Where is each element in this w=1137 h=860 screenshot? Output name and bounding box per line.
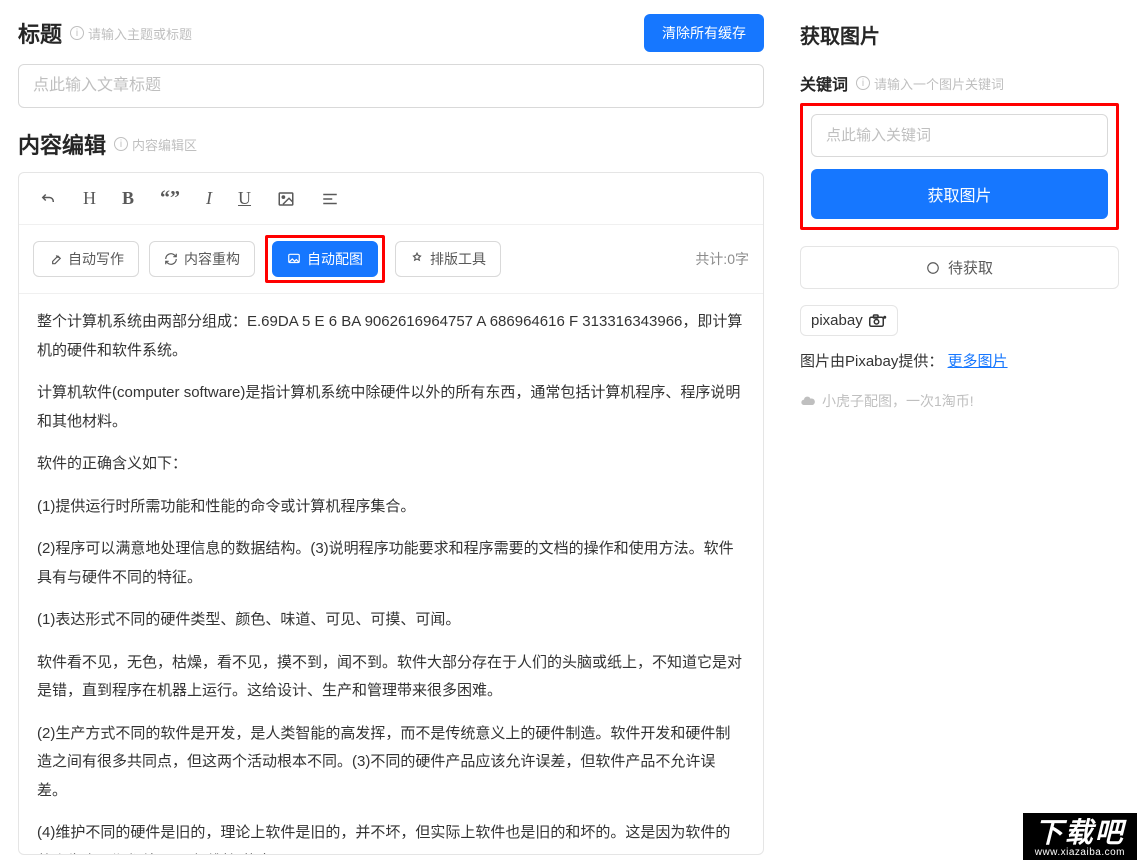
quote-icon[interactable]: “” bbox=[154, 183, 186, 214]
format-toolbar: H B “” I U bbox=[19, 173, 763, 225]
watermark-text: 下载吧 bbox=[1035, 819, 1125, 847]
paragraph: (1)提供运行时所需功能和性能的命令或计算机程序集合。 bbox=[37, 493, 745, 522]
paragraph: 计算机软件(computer software)是指计算机系统中除硬件以外的所有… bbox=[37, 379, 745, 436]
layout-tool-button[interactable]: 排版工具 bbox=[395, 241, 501, 277]
heading-icon[interactable]: H bbox=[77, 184, 102, 213]
main-panel: 标题 i 请输入主题或标题 清除所有缓存 内容编辑 i 内容编辑区 bbox=[0, 0, 782, 860]
watermark: 下载吧 www.xiazaiba.com bbox=[1023, 813, 1137, 860]
auto-image-button[interactable]: 自动配图 bbox=[272, 241, 378, 277]
title-hint: i 请输入主题或标题 bbox=[70, 24, 192, 43]
article-title-input[interactable] bbox=[18, 64, 764, 108]
paragraph: 软件看不见，无色，枯燥，看不见，摸不到，闻不到。软件大部分存在于人们的头脑或纸上… bbox=[37, 649, 745, 706]
paragraph: 整个计算机系统由两部分组成：E.69DA 5 E 6 BA 9062616964… bbox=[37, 308, 745, 365]
keyword-label-group: 关键词 i 请输入一个图片关键词 bbox=[800, 71, 1119, 95]
title-label-group: 标题 i 请输入主题或标题 bbox=[18, 17, 192, 49]
image-sidebar: 获取图片 关键词 i 请输入一个图片关键词 获取图片 待获取 pixabay 图… bbox=[782, 0, 1137, 860]
content-section-header: 内容编辑 i 内容编辑区 bbox=[18, 128, 764, 160]
paragraph: 软件的正确含义如下： bbox=[37, 450, 745, 479]
footer-note: 小虎子配图，一次1淘币! bbox=[800, 391, 1119, 411]
pending-status: 待获取 bbox=[800, 246, 1119, 289]
sidebar-title: 获取图片 bbox=[800, 20, 1119, 49]
camera-icon bbox=[869, 314, 887, 328]
paragraph: (1)表达形式不同的硬件类型、颜色、味道、可见、可摸、可闻。 bbox=[37, 606, 745, 635]
cloud-icon bbox=[800, 393, 816, 409]
undo-icon[interactable] bbox=[33, 186, 63, 212]
provider-line: 图片由Pixabay提供： 更多图片 bbox=[800, 350, 1119, 371]
italic-icon[interactable]: I bbox=[200, 184, 218, 213]
clear-cache-button[interactable]: 清除所有缓存 bbox=[644, 14, 764, 52]
info-icon: i bbox=[114, 137, 128, 151]
title-label: 标题 bbox=[18, 17, 62, 49]
content-hint: i 内容编辑区 bbox=[114, 135, 197, 154]
info-icon: i bbox=[856, 76, 870, 90]
keyword-highlight-box: 获取图片 bbox=[800, 103, 1119, 230]
editor-box: H B “” I U 自动写作 内容重构 bbox=[18, 172, 764, 855]
auto-write-button[interactable]: 自动写作 bbox=[33, 241, 139, 277]
content-label-group: 内容编辑 i 内容编辑区 bbox=[18, 128, 197, 160]
keyword-label: 关键词 bbox=[800, 71, 848, 95]
paragraph: (2)生产方式不同的软件是开发，是人类智能的高发挥，而不是传统意义上的硬件制造。… bbox=[37, 720, 745, 806]
fetch-image-button[interactable]: 获取图片 bbox=[811, 169, 1108, 219]
keyword-input[interactable] bbox=[811, 114, 1108, 157]
content-editor[interactable]: 整个计算机系统由两部分组成：E.69DA 5 E 6 BA 9062616964… bbox=[19, 294, 763, 854]
action-toolbar: 自动写作 内容重构 自动配图 排版工具 bbox=[19, 225, 763, 294]
bold-icon[interactable]: B bbox=[116, 184, 140, 213]
keyword-hint: i 请输入一个图片关键词 bbox=[856, 74, 1004, 93]
content-label: 内容编辑 bbox=[18, 128, 106, 160]
more-images-link[interactable]: 更多图片 bbox=[948, 353, 1008, 370]
pixabay-badge: pixabay bbox=[800, 305, 898, 336]
action-buttons: 自动写作 内容重构 自动配图 排版工具 bbox=[33, 235, 501, 283]
align-left-icon[interactable] bbox=[315, 186, 345, 212]
paragraph: (2)程序可以满意地处理信息的数据结构。(3)说明程序功能要求和程序需要的文档的… bbox=[37, 535, 745, 592]
word-count: 共计:0字 bbox=[695, 249, 749, 269]
info-icon: i bbox=[70, 26, 84, 40]
image-icon[interactable] bbox=[271, 186, 301, 212]
title-section-header: 标题 i 请输入主题或标题 清除所有缓存 bbox=[18, 14, 764, 52]
watermark-url: www.xiazaiba.com bbox=[1035, 847, 1125, 858]
circle-icon bbox=[926, 261, 940, 275]
paragraph: (4)维护不同的硬件是旧的，理论上软件是旧的，并不坏，但实际上软件也是旧的和坏的… bbox=[37, 819, 745, 854]
auto-image-highlight: 自动配图 bbox=[265, 235, 385, 283]
underline-icon[interactable]: U bbox=[232, 184, 257, 213]
restructure-button[interactable]: 内容重构 bbox=[149, 241, 255, 277]
